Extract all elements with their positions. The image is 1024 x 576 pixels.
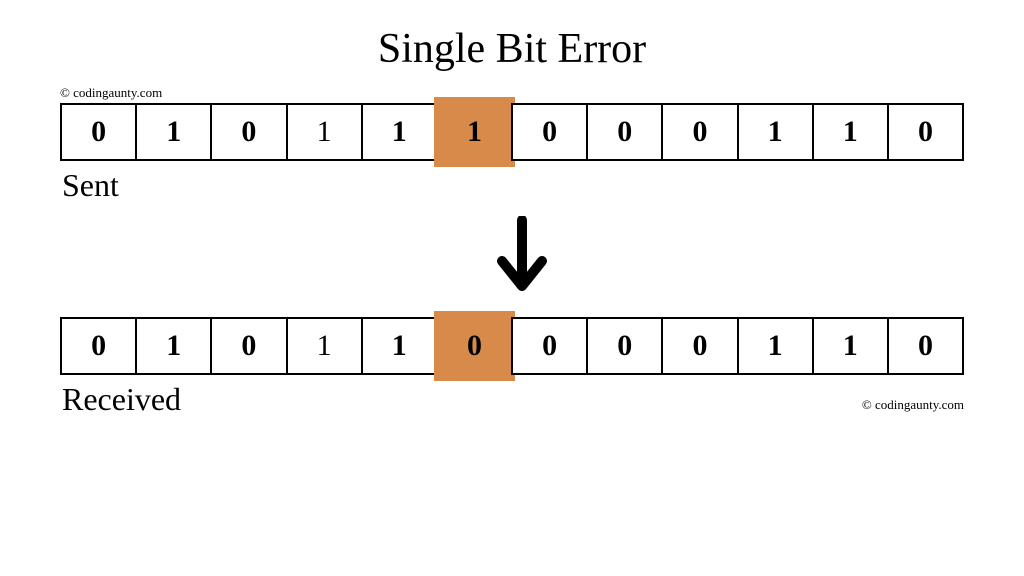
sent-bit-1: 1	[166, 115, 181, 149]
sent-cell-9: 1	[737, 103, 812, 161]
sent-bit-4: 1	[392, 115, 407, 149]
sent-bit-5: 1	[467, 115, 482, 149]
sent-cell-4: 1	[361, 103, 436, 161]
received-bit-1: 1	[166, 329, 181, 363]
received-cell-0: 0	[60, 317, 135, 375]
received-bit-8: 0	[692, 329, 707, 363]
sent-bit-6: 0	[542, 115, 557, 149]
received-cell-7: 0	[586, 317, 661, 375]
sent-cell-2: 0	[210, 103, 285, 161]
sent-row-wrapper: 0 1 0 1 1 1 0 0 0 1 1 0	[60, 103, 964, 161]
received-bit-2: 0	[241, 329, 256, 363]
credit-top: © codingaunty.com	[60, 85, 162, 101]
sent-cell-5: 1	[436, 103, 511, 161]
page-title: Single Bit Error	[0, 0, 1024, 73]
received-label: Received	[62, 381, 964, 418]
received-cell-8: 0	[661, 317, 736, 375]
arrow-container	[70, 216, 974, 301]
received-bit-11: 0	[918, 329, 933, 363]
received-cell-1: 1	[135, 317, 210, 375]
received-bit-9: 1	[768, 329, 783, 363]
received-row-wrapper: 0 1 0 1 1 0 0 0 0 1 1 0	[60, 317, 964, 375]
sent-label: Sent	[62, 167, 964, 204]
credit-bottom: © codingaunty.com	[862, 397, 964, 413]
diagram-container: © codingaunty.com 0 1 0 1 1 1 0 0 0 1 1 0 Sent 0 1 0 1…	[0, 103, 1024, 418]
sent-bit-8: 0	[692, 115, 707, 149]
sent-cell-3: 1	[286, 103, 361, 161]
received-cell-5: 0	[436, 317, 511, 375]
received-cell-2: 0	[210, 317, 285, 375]
sent-bit-9: 1	[768, 115, 783, 149]
sent-cell-7: 0	[586, 103, 661, 161]
received-cell-9: 1	[737, 317, 812, 375]
sent-cell-0: 0	[60, 103, 135, 161]
received-cell-4: 1	[361, 317, 436, 375]
sent-cell-10: 1	[812, 103, 887, 161]
sent-cell-8: 0	[661, 103, 736, 161]
sent-cell-1: 1	[135, 103, 210, 161]
sent-bit-0: 0	[91, 115, 106, 149]
sent-bit-row: 0 1 0 1 1 1 0 0 0 1 1 0	[60, 103, 964, 161]
received-bit-7: 0	[617, 329, 632, 363]
received-bit-6: 0	[542, 329, 557, 363]
received-cell-3: 1	[286, 317, 361, 375]
received-bit-10: 1	[843, 329, 858, 363]
sent-bit-11: 0	[918, 115, 933, 149]
received-bit-0: 0	[91, 329, 106, 363]
received-bit-4: 1	[392, 329, 407, 363]
received-cell-6: 0	[511, 317, 586, 375]
received-bit-row: 0 1 0 1 1 0 0 0 0 1 1 0	[60, 317, 964, 375]
sent-bit-10: 1	[843, 115, 858, 149]
sent-bit-2: 0	[241, 115, 256, 149]
received-bit-5: 0	[467, 329, 482, 363]
arrow-down-icon	[492, 216, 552, 301]
sent-bit-7: 0	[617, 115, 632, 149]
received-cell-11: 0	[887, 317, 964, 375]
sent-cell-11: 0	[887, 103, 964, 161]
received-cell-10: 1	[812, 317, 887, 375]
received-bit-3: 1	[317, 329, 332, 363]
sent-cell-6: 0	[511, 103, 586, 161]
sent-bit-3: 1	[317, 115, 332, 149]
